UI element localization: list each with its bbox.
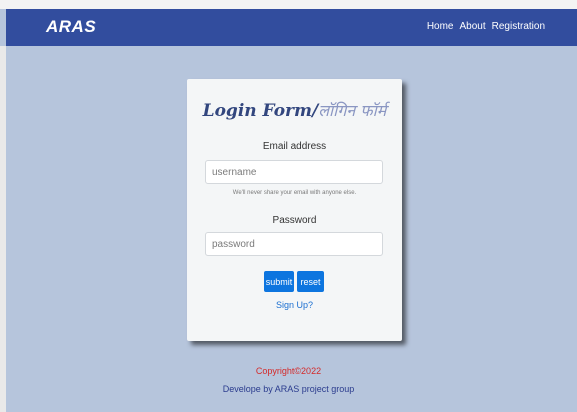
top-strip <box>0 0 577 9</box>
email-label: Email address <box>262 141 327 152</box>
login-title-hindi: लॉगिन फॉर्म <box>318 101 387 120</box>
footer-copyright: Copyright©2022 <box>255 366 322 376</box>
login-title: Login Form/लॉगिन फॉर्म <box>187 99 402 121</box>
left-edge <box>0 46 6 412</box>
submit-button[interactable]: submit <box>264 271 294 292</box>
footer-developer: Develope by ARAS project group <box>222 384 355 394</box>
username-input[interactable] <box>205 160 383 184</box>
password-label: Password <box>272 215 317 226</box>
signup-link[interactable]: Sign Up? <box>187 300 402 310</box>
login-card: Login Form/लॉगिन फॉर्म Email address We'… <box>187 79 402 341</box>
nav-about-link[interactable]: About <box>460 21 486 32</box>
password-input[interactable] <box>205 232 383 256</box>
page: ARAS Home About Registration Login Form/… <box>0 0 577 412</box>
login-title-english: Login Form/ <box>202 101 319 121</box>
navbar: ARAS Home About Registration <box>6 9 577 46</box>
reset-button[interactable]: reset <box>297 271 324 292</box>
nav-home-link[interactable]: Home <box>427 21 454 32</box>
nav-registration-link[interactable]: Registration <box>492 21 545 32</box>
email-help-text: We'll never share your email with anyone… <box>232 190 357 196</box>
brand-logo[interactable]: ARAS <box>46 17 96 37</box>
nav-links: Home About Registration <box>427 21 545 32</box>
